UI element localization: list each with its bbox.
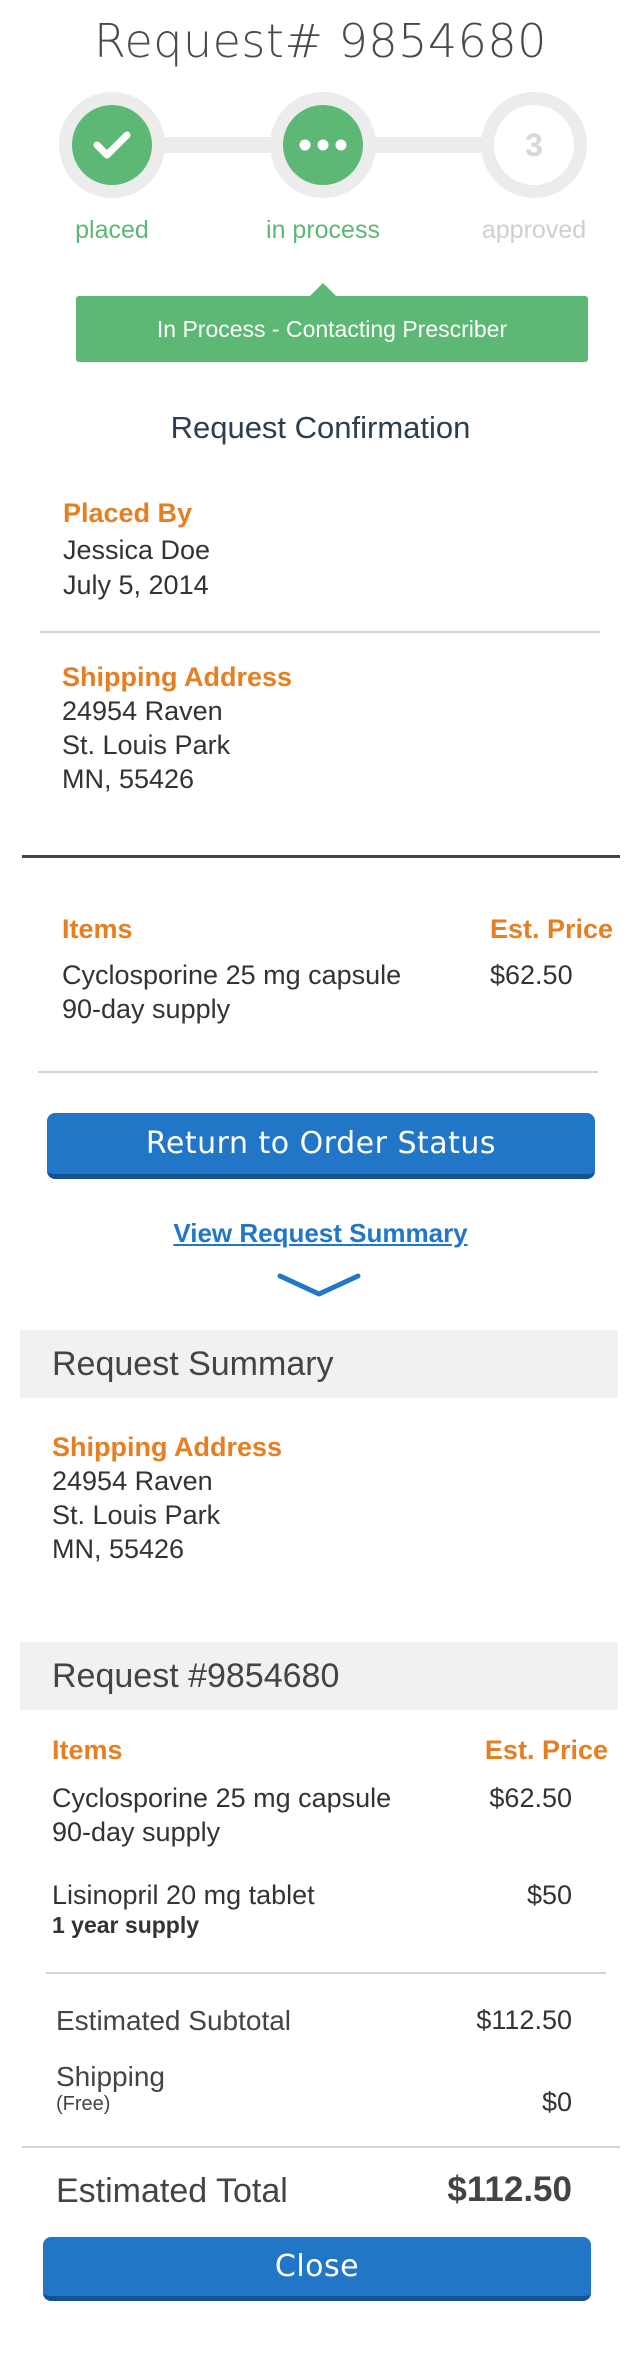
summary-item-2-detail: 1 year supply: [52, 1912, 200, 1938]
summary-item-1-price: $62.50: [489, 1783, 572, 1813]
summary-shipping-line-3: MN, 55426: [52, 1534, 185, 1564]
items-header: Items: [62, 914, 133, 944]
divider: [46, 1972, 606, 1974]
summary-items-header: Items: [52, 1735, 123, 1765]
total-label: Estimated Total: [56, 2172, 288, 2210]
summary-shipping-line-1: 24954 Raven: [52, 1466, 213, 1496]
confirmation-heading: Request Confirmation: [170, 410, 471, 445]
shipping-note: (Free): [56, 2093, 111, 2115]
summary-item-2-name: Lisinopril 20 mg tablet: [52, 1880, 315, 1910]
ellipsis-icon: [299, 139, 347, 151]
check-icon: [93, 131, 131, 159]
price-header: Est. Price: [490, 914, 614, 944]
section-divider: [22, 855, 620, 858]
item-name: Cyclosporine 25 mg capsule: [62, 960, 402, 990]
summary-header-band: Request Summary: [20, 1330, 618, 1398]
step-placed: [59, 92, 165, 198]
step-approved-number: 3: [525, 126, 543, 163]
summary-item-1-detail: 90-day supply: [52, 1817, 221, 1847]
request-heading: Request #9854680: [52, 1656, 340, 1695]
request-header-band: Request #9854680: [20, 1642, 618, 1710]
step-placed-circle: [72, 105, 152, 185]
step-label-approved: approved: [481, 216, 587, 244]
item-detail: 90-day supply: [62, 994, 231, 1024]
shipping-label: Shipping: [56, 2061, 165, 2092]
placed-by-name: Jessica Doe: [63, 535, 211, 565]
summary-heading: Request Summary: [52, 1344, 334, 1383]
divider: [22, 2146, 620, 2148]
total-value: $112.50: [447, 2170, 572, 2209]
view-request-summary-link[interactable]: View Request Summary: [0, 1218, 641, 1249]
close-button[interactable]: Close: [43, 2237, 591, 2301]
item-price: $62.50: [490, 960, 573, 990]
shipping-value: $0: [541, 2087, 572, 2117]
chevron-down-icon[interactable]: [276, 1272, 362, 1300]
step-label-placed: placed: [75, 216, 149, 244]
shipping-address-label: Shipping Address: [62, 662, 293, 692]
summary-shipping-line-2: St. Louis Park: [52, 1500, 221, 1530]
placed-by-date: July 5, 2014: [63, 570, 209, 600]
return-to-order-status-button[interactable]: Return to Order Status: [47, 1113, 595, 1179]
shipping-line-2: St. Louis Park: [62, 730, 231, 760]
step-approved: 3: [481, 92, 587, 198]
subtotal-label: Estimated Subtotal: [56, 2005, 292, 2036]
step-in-process-circle: [283, 105, 363, 185]
step-approved-circle: 3: [494, 105, 574, 185]
step-label-in-process: in process: [266, 216, 380, 244]
divider: [40, 631, 600, 633]
shipping-line-3: MN, 55426: [62, 764, 195, 794]
summary-item-1-name: Cyclosporine 25 mg capsule: [52, 1783, 392, 1813]
summary-price-header: Est. Price: [484, 1735, 608, 1765]
status-banner: In Process - Contacting Prescriber: [76, 296, 588, 362]
page-title: Request# 9854680: [94, 14, 547, 68]
banner-pointer: [309, 283, 337, 297]
summary-shipping-label: Shipping Address: [52, 1432, 283, 1462]
subtotal-value: $112.50: [476, 2005, 572, 2035]
shipping-line-1: 24954 Raven: [62, 696, 223, 726]
summary-item-2-price: $50: [526, 1880, 572, 1910]
placed-by-label: Placed By: [63, 498, 193, 528]
step-in-process: [270, 92, 376, 198]
divider: [38, 1071, 598, 1073]
